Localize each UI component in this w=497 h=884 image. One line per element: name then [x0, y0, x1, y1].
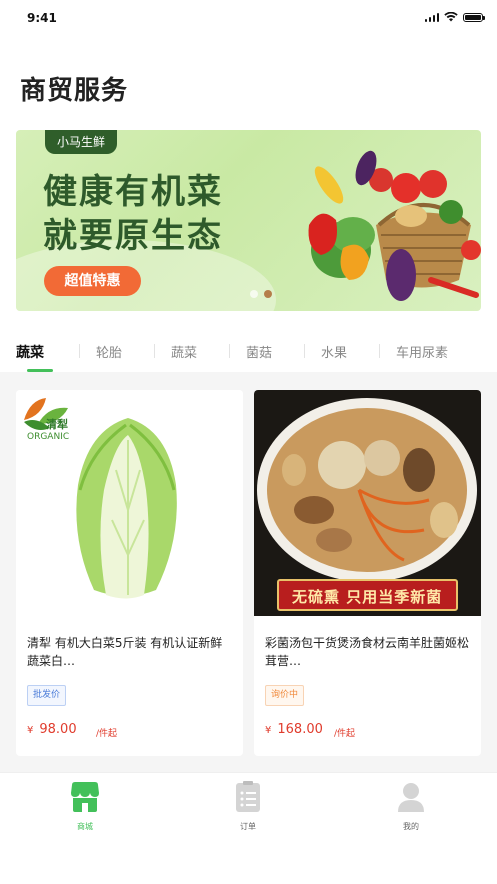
- status-bar: 9:41: [0, 0, 497, 38]
- tabbar-label: 订单: [240, 822, 256, 831]
- tabbar-item-store[interactable]: 商城: [55, 781, 115, 832]
- status-icons: [424, 12, 485, 22]
- product-title[interactable]: 彩菌汤包干货煲汤食材云南羊肚菌姬松茸营…: [265, 634, 470, 670]
- banner-headline: 健康有机菜 就要原生态: [43, 170, 223, 258]
- product-image-mushrooms: [254, 390, 481, 616]
- price-type-badge: 询价中: [265, 685, 305, 706]
- store-icon: [71, 782, 99, 812]
- price-value: 98.00: [39, 722, 77, 737]
- tab-vegetables-2[interactable]: 蔬菜: [171, 342, 197, 361]
- vegetable-basket-illustration: [308, 150, 481, 301]
- banner-headline-line1: 健康有机菜: [43, 172, 223, 212]
- tab-fruit[interactable]: 水果: [321, 342, 347, 361]
- banner-dot-active: [264, 290, 272, 298]
- bottom-tab-bar: 商城 订单 我的: [0, 772, 497, 884]
- price-value: 168.00: [277, 722, 323, 737]
- price-unit: /件起: [334, 729, 356, 739]
- category-tabs: 蔬菜 轮胎 蔬菜 菌菇 水果 车用尿素: [0, 336, 497, 376]
- user-icon: [398, 783, 424, 812]
- banner-brand-tag: 小马生鲜: [45, 130, 118, 154]
- tabbar-item-orders[interactable]: 订单: [218, 781, 278, 832]
- currency-symbol: ¥: [265, 725, 272, 736]
- tab-tires[interactable]: 轮胎: [96, 342, 122, 361]
- tab-urea[interactable]: 车用尿素: [396, 342, 448, 361]
- brand-logo-text: 清犁: [46, 418, 68, 431]
- banner-dot: [250, 290, 258, 298]
- tab-vegetables[interactable]: 蔬菜: [16, 342, 44, 362]
- product-image-caption: 无硫熏 只用当季新菌: [292, 588, 443, 606]
- cellular-signal-icon: [424, 12, 439, 22]
- price-type-badge: 批发价: [27, 685, 67, 706]
- product-title[interactable]: 清犁 有机大白菜5斤装 有机认证新鲜蔬菜白…: [27, 634, 232, 670]
- brand-logo-subtext: ORGANIC: [27, 432, 70, 442]
- tabbar-label: 我的: [403, 822, 419, 831]
- product-card[interactable]: 无硫熏 只用当季新菌 彩菌汤包干货煲汤食材云南羊肚菌姬松茸营… 询价中 ¥168…: [254, 390, 481, 756]
- promo-banner[interactable]: 小马生鲜 健康有机菜 就要原生态 超值特惠: [16, 130, 481, 311]
- product-price: ¥98.00: [27, 722, 77, 737]
- product-price: ¥168.00: [265, 722, 323, 737]
- banner-pagination: [250, 290, 272, 298]
- status-time: 9:41: [27, 11, 57, 25]
- tab-mushrooms[interactable]: 菌菇: [246, 342, 272, 361]
- banner-headline-line2: 就要原生态: [43, 216, 223, 256]
- product-card[interactable]: 清犁 ORGANIC 清犁 有机大白菜5斤装 有机认证新鲜蔬菜白… 批发价 ¥9…: [16, 390, 243, 756]
- wifi-icon: [444, 12, 458, 22]
- currency-symbol: ¥: [27, 725, 34, 736]
- page-title: 商贸服务: [20, 76, 129, 106]
- banner-cta-button[interactable]: 超值特惠: [44, 266, 141, 296]
- price-unit: /件起: [96, 729, 118, 739]
- order-list-icon: [236, 781, 260, 812]
- tabbar-item-profile[interactable]: 我的: [381, 781, 441, 832]
- battery-icon: [463, 12, 485, 22]
- tabbar-label: 商城: [77, 822, 93, 831]
